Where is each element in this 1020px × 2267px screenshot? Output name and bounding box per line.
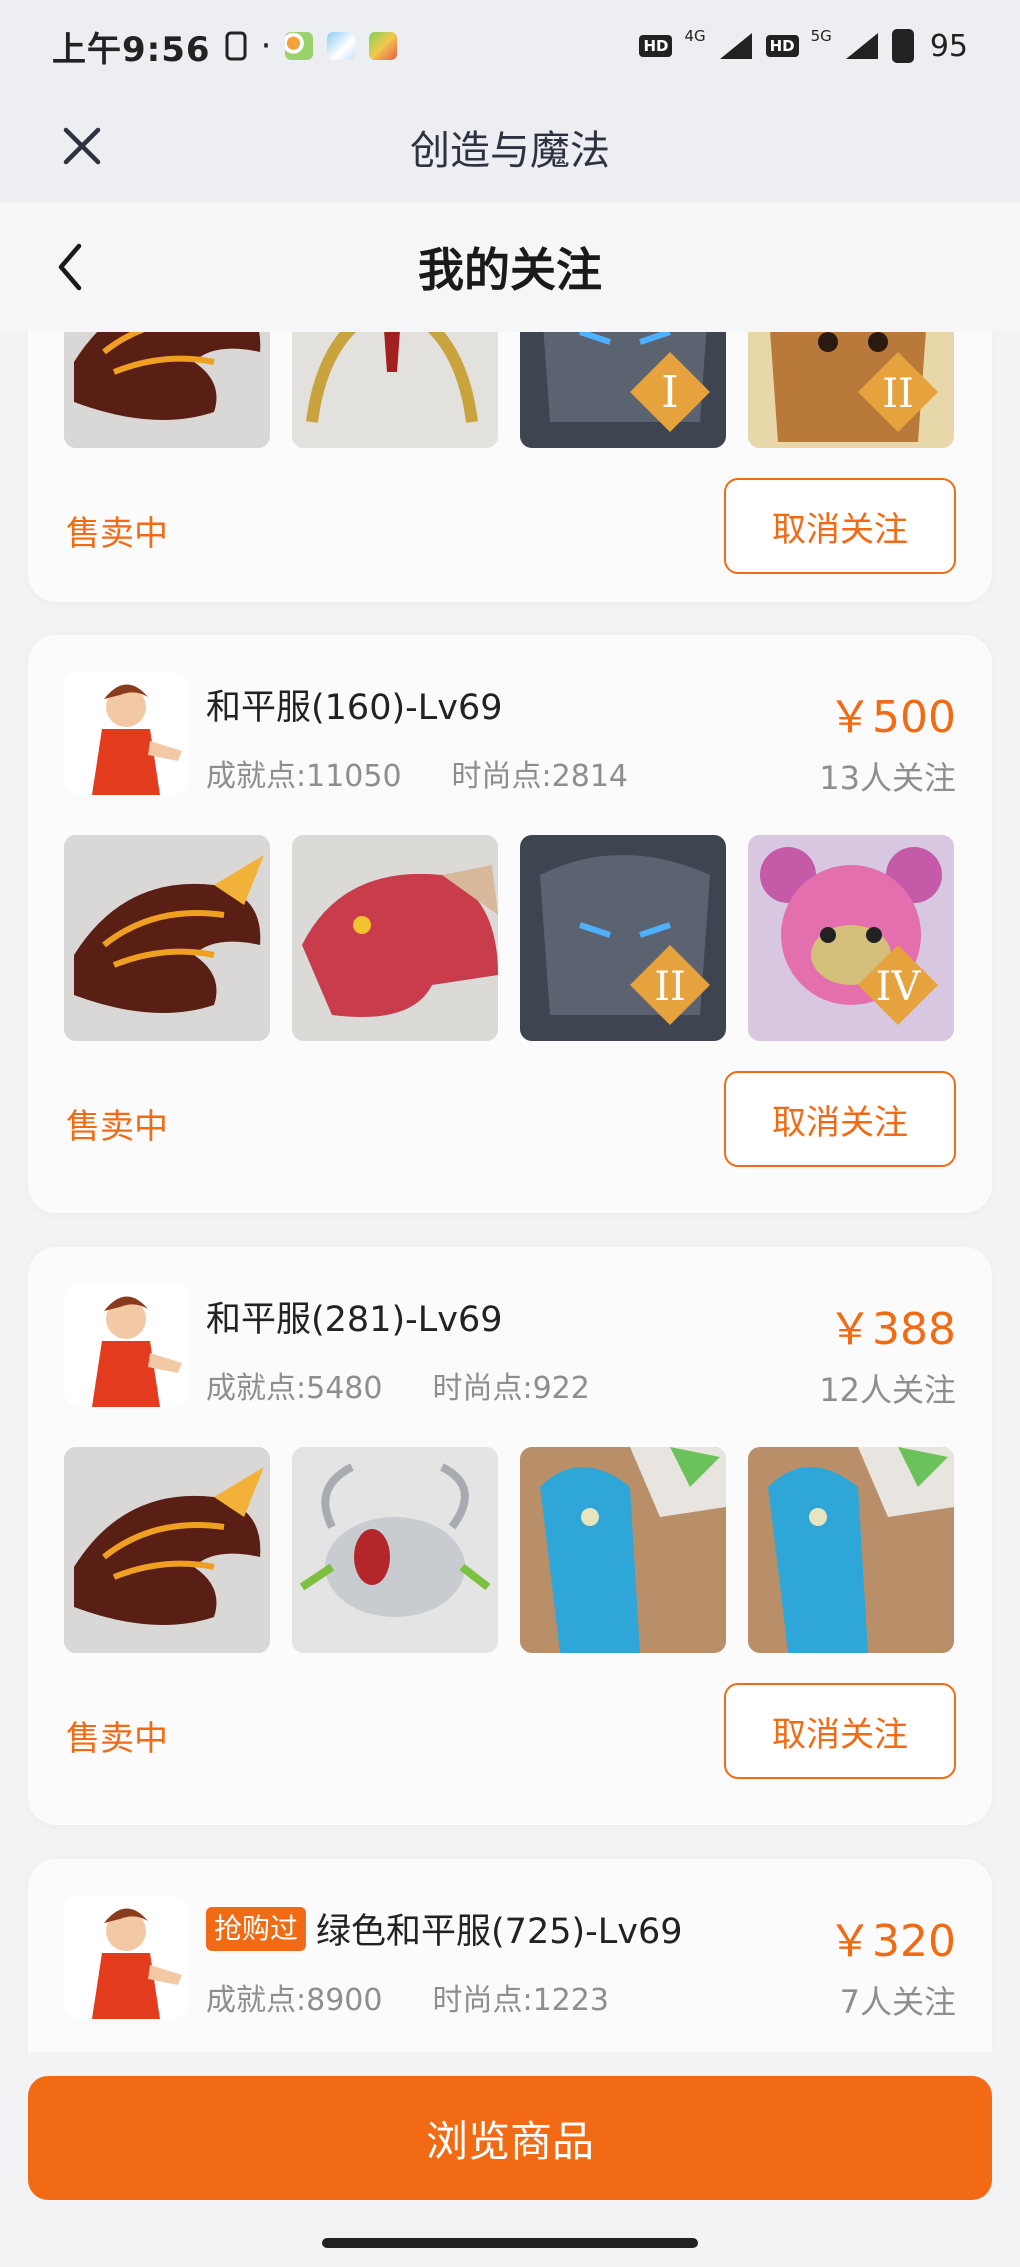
follower-count: 7人关注 xyxy=(839,1983,956,2021)
price: ￥320 xyxy=(828,1916,956,1967)
hd-badge-1: HD xyxy=(639,35,673,57)
follow-card[interactable]: 和平服(160)-Lv69 成就点:11050 时尚点:2814 ￥500 13… xyxy=(28,635,992,1213)
fashion-points: 时尚点:1223 xyxy=(432,1983,609,2018)
status-dot: · xyxy=(260,26,272,66)
notification-app-icon xyxy=(225,31,247,61)
net-type-1: 4G xyxy=(684,27,706,45)
close-icon xyxy=(63,127,101,165)
webview-title-bar: 创造与魔法 xyxy=(0,92,1020,202)
thumb-dragon-lava[interactable] xyxy=(64,1447,270,1653)
avatar xyxy=(64,671,188,795)
svg-text:II: II xyxy=(654,964,686,1010)
webview-title: 创造与魔法 xyxy=(410,128,610,174)
app-icon-2 xyxy=(327,32,356,60)
follow-card[interactable]: 抢购过 绿色和平服(725)-Lv69 成就点:8900 时尚点:1223 ￥3… xyxy=(28,1859,992,2052)
back-chevron-icon xyxy=(58,243,82,291)
card-header: 抢购过 绿色和平服(725)-Lv69 成就点:8900 时尚点:1223 ￥3… xyxy=(64,1895,956,2021)
item-thumbnails xyxy=(64,1447,956,1653)
unfollow-button[interactable]: 取消关注 xyxy=(724,1071,956,1167)
follow-list[interactable]: I II 售卖中 取消关注 和平服(160)-Lv69 成就点:11050 时尚… xyxy=(0,332,1020,2052)
fashion-points: 时尚点:2814 xyxy=(451,759,629,794)
item-name[interactable]: 和平服(281)-Lv69 xyxy=(206,1291,503,1342)
follow-card[interactable]: I II 售卖中 取消关注 xyxy=(28,332,992,602)
item-stats: 成就点:8900 时尚点:1223 xyxy=(206,1975,609,2019)
thumb-blue-dino[interactable] xyxy=(520,1447,726,1653)
thumb-dragon-pink[interactable] xyxy=(292,835,498,1041)
thumb-wolf-mount[interactable]: II xyxy=(748,332,954,448)
fashion-points: 时尚点:922 xyxy=(432,1371,590,1406)
sale-status: 售卖中 xyxy=(66,1719,168,1759)
item-stats: 成就点:5480 时尚点:922 xyxy=(206,1363,590,1407)
avatar xyxy=(64,1895,188,2019)
thumb-stone-golem[interactable]: II xyxy=(520,835,726,1041)
thumb-silver-beetle[interactable] xyxy=(292,1447,498,1653)
achievement-points: 成就点:11050 xyxy=(206,759,402,794)
home-indicator[interactable] xyxy=(322,2238,698,2248)
sale-status: 售卖中 xyxy=(66,1107,168,1147)
follower-count: 12人关注 xyxy=(819,1371,956,1409)
page-title: 我的关注 xyxy=(418,243,602,297)
item-name[interactable]: 和平服(160)-Lv69 xyxy=(206,679,503,730)
app-icon-1 xyxy=(285,32,314,60)
thumb-stone-golem[interactable]: I xyxy=(520,332,726,448)
notification-icons: · xyxy=(225,26,398,66)
card-header: 和平服(160)-Lv69 成就点:11050 时尚点:2814 ￥500 13… xyxy=(64,671,956,797)
net-type-2: 5G xyxy=(810,27,832,45)
page-header: 我的关注 xyxy=(0,202,1020,332)
item-name-text: 绿色和平服(725)-Lv69 xyxy=(316,1912,683,1952)
price: ￥388 xyxy=(828,1304,956,1355)
svg-text:II: II xyxy=(882,371,914,417)
thumb-pink-bear[interactable]: IV xyxy=(748,835,954,1041)
price: ￥500 xyxy=(828,692,956,743)
achievement-points: 成就点:5480 xyxy=(206,1371,383,1406)
status-bar: 上午9:56 · HD 4G HD 5G 95 xyxy=(0,0,1020,92)
signal-icon xyxy=(719,33,752,59)
item-thumbnails: II IV xyxy=(64,835,956,1041)
browse-products-button[interactable]: 浏览商品 xyxy=(28,2076,992,2200)
card-header: 和平服(281)-Lv69 成就点:5480 时尚点:922 ￥388 12人关… xyxy=(64,1283,956,1409)
follow-card[interactable]: 和平服(281)-Lv69 成就点:5480 时尚点:922 ￥388 12人关… xyxy=(28,1247,992,1825)
hd-badge-2: HD xyxy=(765,35,799,57)
unfollow-button[interactable]: 取消关注 xyxy=(724,1683,956,1779)
item-name[interactable]: 抢购过 绿色和平服(725)-Lv69 xyxy=(206,1903,683,1954)
thumb-dragon-lava[interactable] xyxy=(64,332,270,448)
status-time: 上午9:56 xyxy=(52,29,211,70)
sale-status: 售卖中 xyxy=(66,514,168,554)
thumb-dragon-lava[interactable] xyxy=(64,835,270,1041)
status-right: HD 4G HD 5G 95 xyxy=(639,27,968,64)
back-button[interactable] xyxy=(40,237,100,297)
close-button[interactable] xyxy=(52,116,112,176)
item-thumbnails: I II xyxy=(64,332,956,448)
battery-icon xyxy=(891,29,914,63)
battery-level: 95 xyxy=(929,28,968,64)
thumb-golden-bow[interactable] xyxy=(292,332,498,448)
item-stats: 成就点:11050 时尚点:2814 xyxy=(206,751,628,795)
svg-text:I: I xyxy=(661,367,678,418)
thumb-blue-dino[interactable] xyxy=(748,1447,954,1653)
achievement-points: 成就点:8900 xyxy=(206,1983,383,2018)
map-app-icon xyxy=(369,32,398,60)
svg-text:IV: IV xyxy=(876,964,922,1010)
purchased-tag: 抢购过 xyxy=(206,1906,307,1951)
follower-count: 13人关注 xyxy=(819,759,956,797)
signal-icon xyxy=(845,33,878,59)
avatar xyxy=(64,1283,188,1407)
unfollow-button[interactable]: 取消关注 xyxy=(724,478,956,574)
